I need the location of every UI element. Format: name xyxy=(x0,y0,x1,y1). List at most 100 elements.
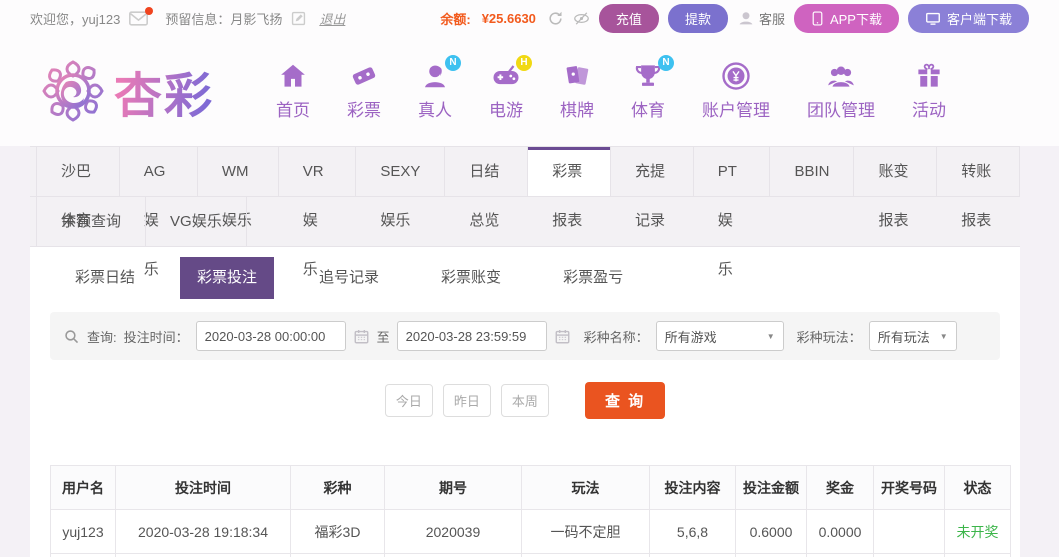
table-cell xyxy=(944,553,1011,557)
today-button[interactable]: 今日 xyxy=(384,384,433,417)
team-icon xyxy=(826,61,856,91)
nav-item-egame[interactable]: H 电游 xyxy=(489,55,533,121)
table-header-cell: 开奖号码 xyxy=(873,465,945,510)
table-cell xyxy=(384,553,522,557)
gift-icon xyxy=(914,61,944,91)
subtab-item[interactable]: 彩票盈亏 xyxy=(546,257,640,299)
table-header-cell: 投注时间 xyxy=(115,465,291,510)
table-cell: 未开奖 xyxy=(944,509,1011,554)
table-cell xyxy=(521,553,650,557)
search-icon xyxy=(63,328,80,345)
table-header-cell: 状态 xyxy=(944,465,1011,510)
refresh-icon[interactable] xyxy=(547,10,564,27)
cards-icon xyxy=(562,61,592,91)
main-card: 彩票日结彩票投注追号记录彩票账变彩票盈亏 查询: 投注时间： 至 彩种名称： 所… xyxy=(30,247,1020,557)
table-cell xyxy=(873,553,945,557)
badge-n: N xyxy=(658,55,675,71)
tab-item[interactable]: 账变报表 xyxy=(854,147,938,229)
table-cell xyxy=(873,509,945,554)
nav-item-label: 首页 xyxy=(276,101,311,120)
mail-icon[interactable] xyxy=(129,6,154,26)
time-from-input[interactable] xyxy=(195,321,346,351)
service-person-icon xyxy=(737,9,755,27)
time-to-input[interactable] xyxy=(396,321,547,351)
table-cell: 0.0000 xyxy=(806,509,874,554)
chevron-down-icon: ▼ xyxy=(939,331,948,341)
flower-logo-icon xyxy=(40,58,106,124)
app-download-button[interactable]: APP下载 xyxy=(793,3,899,33)
tab-item[interactable]: PT娱乐 xyxy=(694,147,771,278)
brand-name: 杏彩 xyxy=(114,56,214,126)
nav-item-label: 团队管理 xyxy=(807,101,876,120)
sub-tabs: 彩票日结 彩票投注 追号记录 彩票账变 彩票盈亏 xyxy=(50,255,1000,303)
tab-item[interactable]: SEXY娱乐 xyxy=(356,147,446,229)
nav-item-team[interactable]: 团队管理 xyxy=(807,61,875,121)
withdraw-button[interactable]: 提款 xyxy=(667,3,728,33)
badge-h: H xyxy=(516,55,533,71)
person-icon: N xyxy=(420,55,462,91)
tab-item[interactable]: BBIN xyxy=(770,147,855,196)
tab-item[interactable]: 余额查询 xyxy=(36,197,147,246)
balance-label: 余额: xyxy=(440,11,471,27)
tab-item[interactable]: WM娱乐 xyxy=(198,147,279,229)
subtab-item[interactable]: 彩票投注 xyxy=(180,257,275,299)
calendar-from-icon[interactable] xyxy=(353,328,370,345)
table-cell xyxy=(115,553,291,557)
play-select[interactable]: 所有玩法 ▼ xyxy=(868,321,957,351)
table-row xyxy=(50,553,1011,557)
trophy-icon: N xyxy=(633,55,675,91)
table-cell xyxy=(290,553,385,557)
report-tabs: 沙巴体育 AG娱乐 WM娱乐 VR娱乐 SEXY娱乐 日结总览 彩票报表 充提记录 PT娱乐 BB… xyxy=(30,146,1021,278)
service-button[interactable]: 客服 xyxy=(737,9,785,28)
logout-link[interactable]: 退出 xyxy=(319,9,345,28)
brand-logo[interactable]: 杏彩 xyxy=(40,56,214,126)
table-cell xyxy=(50,553,116,557)
ticket-icon xyxy=(349,61,379,91)
game-select[interactable]: 所有游戏 ▼ xyxy=(655,321,784,351)
eye-off-icon[interactable] xyxy=(573,10,590,27)
table-cell xyxy=(806,553,874,557)
tab-item[interactable]: 转账报表 xyxy=(937,147,1021,229)
tab-item[interactable]: VG娱乐 xyxy=(146,197,247,246)
nav-item-label: 彩票 xyxy=(347,101,382,120)
tab-item[interactable]: 充提记录 xyxy=(611,147,694,229)
tab-item[interactable]: AG娱乐 xyxy=(120,147,198,278)
yesterday-button[interactable]: 昨日 xyxy=(442,384,491,417)
main-nav: 首页 彩票 N 真人 H 电游 棋牌 N 体育 账户管理 团队管理 活动 xyxy=(276,55,946,121)
nav-item-lottery[interactable]: 彩票 xyxy=(347,61,381,121)
table-cell: 0.6000 xyxy=(735,509,807,554)
search-button[interactable]: 查 询 xyxy=(584,382,666,419)
calendar-to-icon[interactable] xyxy=(554,328,571,345)
nav-item-sports[interactable]: N 体育 xyxy=(631,55,675,121)
tab-item[interactable]: 彩票报表 xyxy=(528,147,611,229)
top-bar: 欢迎您，yuj123 预留信息：月影飞扬 退出 余额: ¥25.6630 充值 … xyxy=(0,0,1059,36)
nav-item-label: 电游 xyxy=(489,101,524,120)
tab-item[interactable]: 沙巴体育 xyxy=(36,147,120,229)
client-download-button[interactable]: 客户端下载 xyxy=(907,3,1029,33)
nav-item-home[interactable]: 首页 xyxy=(276,61,310,121)
subtab-item[interactable]: 追号记录 xyxy=(302,257,396,299)
deposit-button[interactable]: 充值 xyxy=(598,3,659,33)
nav-item-label: 体育 xyxy=(631,101,666,120)
site-header: 杏彩 首页 彩票 N 真人 H 电游 棋牌 N 体育 账户管理 团队管理 活动 xyxy=(0,36,1059,146)
play-type-label: 彩种玩法： xyxy=(796,329,862,345)
table-cell xyxy=(649,553,736,557)
nav-item-label: 活动 xyxy=(912,101,947,120)
table-header-cell: 彩种 xyxy=(290,465,385,510)
nav-item-account[interactable]: 账户管理 xyxy=(702,61,770,121)
tab-item[interactable]: VR娱乐 xyxy=(279,147,357,278)
nav-item-label: 棋牌 xyxy=(560,101,595,120)
tab-item[interactable]: 日结总览 xyxy=(445,147,529,229)
table-header-cell: 奖金 xyxy=(806,465,874,510)
gamepad-icon: H xyxy=(491,55,533,91)
table-cell: 5,6,8 xyxy=(649,509,736,554)
subtab-item[interactable]: 彩票账变 xyxy=(424,257,518,299)
this-week-button[interactable]: 本周 xyxy=(500,384,549,417)
nav-item-chess[interactable]: 棋牌 xyxy=(560,61,594,121)
subtab-item[interactable]: 彩票日结 xyxy=(58,257,152,299)
table-cell: 2020039 xyxy=(384,509,522,554)
table-header-cell: 用户名 xyxy=(50,465,116,510)
nav-item-live[interactable]: N 真人 xyxy=(418,55,462,121)
nav-item-activity[interactable]: 活动 xyxy=(912,61,946,121)
edit-icon[interactable] xyxy=(291,11,306,26)
